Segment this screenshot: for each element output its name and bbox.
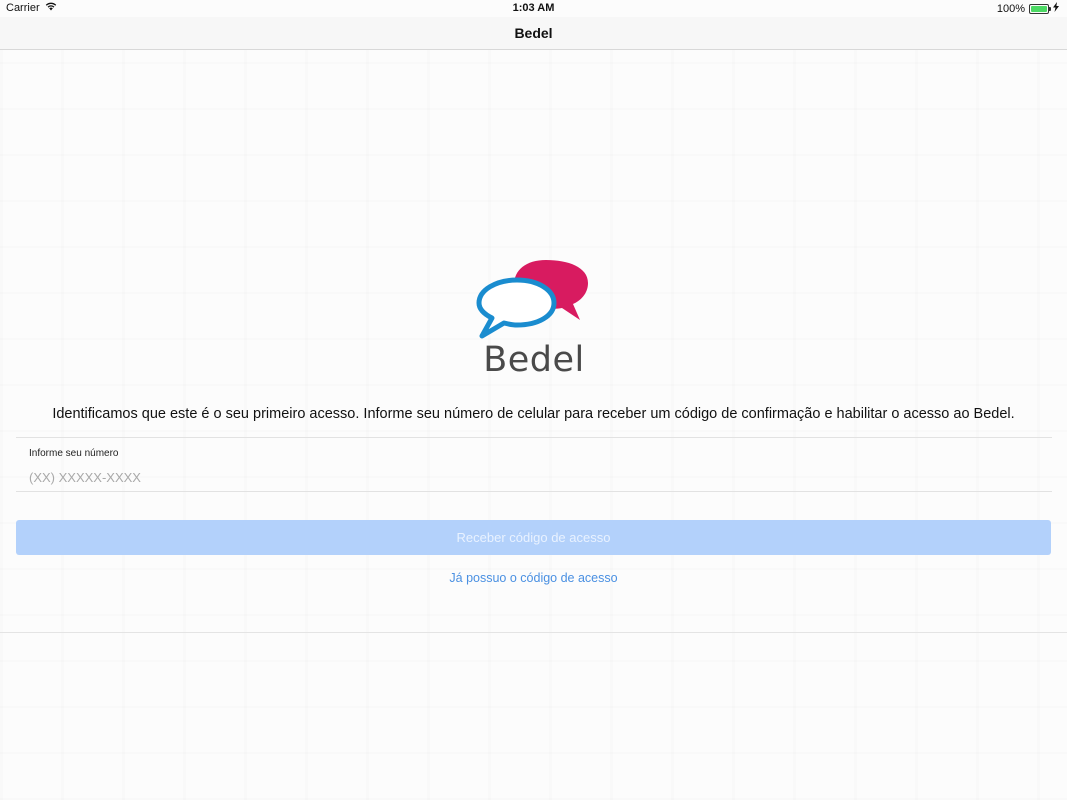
- have-code-link[interactable]: Já possuo o código de acesso: [0, 571, 1067, 585]
- battery-icon: [1029, 3, 1051, 14]
- intro-message: Identificamos que este é o seu primeiro …: [52, 406, 1015, 422]
- chat-bubbles-icon: [476, 260, 588, 339]
- page-title: Bedel: [514, 25, 553, 41]
- battery-fill: [1031, 5, 1047, 12]
- logo-wordmark: Bedel: [483, 340, 585, 380]
- phone-input[interactable]: [29, 468, 1029, 486]
- navigation-bar: Bedel: [0, 17, 1067, 50]
- bottom-divider: [0, 632, 1067, 633]
- login-screen: Carrier 1:03 AM 100% Bedel Bedel Identif…: [0, 0, 1067, 800]
- phone-field-label: Informe seu número: [29, 448, 119, 459]
- battery-percent: 100%: [996, 2, 1025, 15]
- status-time: 1:03 AM: [512, 2, 555, 14]
- status-right: 100%: [997, 2, 1059, 15]
- receive-code-button[interactable]: Receber código de acesso: [16, 520, 1051, 555]
- bedel-logo: Bedel: [476, 258, 592, 380]
- phone-field: Informe seu número: [16, 437, 1052, 492]
- background-pattern: [0, 50, 1067, 800]
- charging-icon: [1053, 2, 1059, 15]
- status-bar: Carrier 1:03 AM 100%: [0, 0, 1067, 17]
